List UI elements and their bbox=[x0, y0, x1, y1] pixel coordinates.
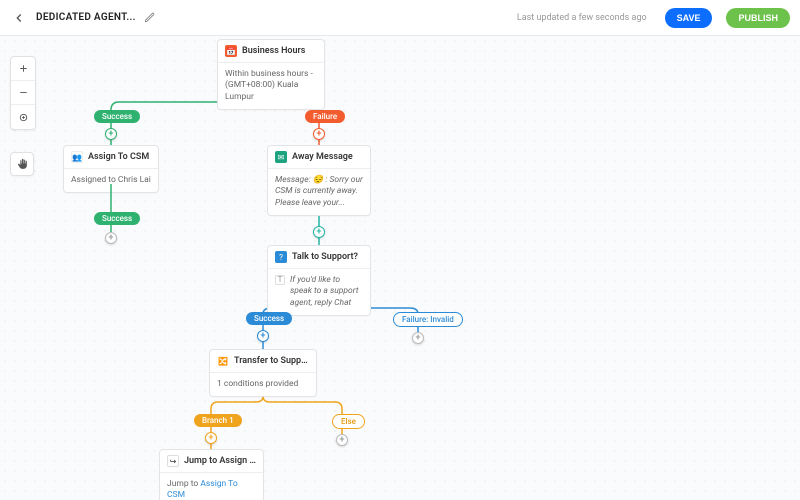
node-transfer-branch[interactable]: 🔀 Transfer to Support Bra... 1 condition… bbox=[210, 350, 316, 396]
pan-tool-button[interactable] bbox=[10, 152, 34, 176]
node-title: Business Hours bbox=[242, 46, 305, 56]
node-body: Message: 😔 : Sorry our CSM is currently … bbox=[268, 169, 370, 215]
jump-icon: ↪ bbox=[167, 455, 179, 467]
node-body: T If you'd like to speak to a support ag… bbox=[268, 269, 370, 315]
branch-label-else[interactable]: Else bbox=[332, 414, 365, 429]
node-title: Transfer to Support Bra... bbox=[234, 356, 309, 366]
node-business-hours[interactable]: 📅 Business Hours Within business hours -… bbox=[218, 40, 324, 109]
add-step-button[interactable]: + bbox=[257, 330, 269, 342]
branch-label-success[interactable]: Success bbox=[94, 110, 140, 123]
node-body: Jump to Assign To CSM bbox=[160, 473, 263, 500]
node-assign-csm[interactable]: 👥 Assign To CSM Assigned to Chris Lai bbox=[64, 146, 158, 192]
add-step-button[interactable]: + bbox=[105, 128, 117, 140]
save-button[interactable]: SAVE bbox=[665, 8, 713, 28]
branch-icon: 🔀 bbox=[217, 355, 229, 367]
text-icon: T bbox=[275, 275, 285, 285]
edit-title-icon[interactable] bbox=[144, 11, 158, 25]
last-updated-text: Last updated a few seconds ago bbox=[517, 13, 647, 23]
zoom-in-button[interactable] bbox=[11, 57, 35, 81]
node-body: Within business hours - (GMT+08:00) Kual… bbox=[218, 63, 324, 109]
node-jump-to[interactable]: ↪ Jump to Assign to CRM Jump to Assign T… bbox=[160, 450, 263, 500]
message-icon: ✉ bbox=[275, 151, 287, 163]
node-away-message[interactable]: ✉ Away Message Message: 😔 : Sorry our CS… bbox=[268, 146, 370, 215]
back-arrow-icon[interactable] bbox=[10, 9, 28, 27]
connectors-layer bbox=[0, 36, 800, 500]
zoom-toolbar bbox=[10, 56, 36, 130]
node-title: Away Message bbox=[292, 152, 353, 162]
branch-label-success[interactable]: Success bbox=[246, 312, 292, 325]
calendar-icon: 📅 bbox=[225, 45, 237, 57]
add-step-button[interactable]: + bbox=[205, 432, 217, 444]
user-assign-icon: 👥 bbox=[71, 151, 83, 163]
node-body: 1 conditions provided bbox=[210, 373, 316, 396]
branch-label-failure-invalid[interactable]: Failure: Invalid bbox=[393, 312, 463, 327]
branch-label-branch1[interactable]: Branch 1 bbox=[194, 414, 242, 427]
branch-label-success[interactable]: Success bbox=[94, 212, 140, 225]
workflow-canvas[interactable]: 📅 Business Hours Within business hours -… bbox=[0, 36, 800, 500]
top-header: DEDICATED AGENT... Last updated a few se… bbox=[0, 0, 800, 36]
add-step-button[interactable]: + bbox=[105, 232, 117, 244]
add-step-button[interactable]: + bbox=[336, 434, 348, 446]
zoom-out-button[interactable] bbox=[11, 81, 35, 105]
publish-button[interactable]: PUBLISH bbox=[726, 8, 790, 28]
branch-label-failure[interactable]: Failure bbox=[305, 110, 345, 123]
zoom-fit-button[interactable] bbox=[11, 105, 35, 129]
node-title: Talk to Support? bbox=[292, 252, 358, 262]
workflow-title: DEDICATED AGENT... bbox=[36, 12, 136, 23]
node-body: Assigned to Chris Lai bbox=[64, 169, 158, 192]
add-step-button[interactable]: + bbox=[412, 332, 424, 344]
node-talk-support[interactable]: ? Talk to Support? T If you'd like to sp… bbox=[268, 246, 370, 315]
add-step-button[interactable]: + bbox=[313, 128, 325, 140]
question-icon: ? bbox=[275, 251, 287, 263]
node-title: Jump to Assign to CRM bbox=[184, 456, 256, 466]
add-step-button[interactable]: + bbox=[313, 226, 325, 238]
node-title: Assign To CSM bbox=[88, 152, 149, 162]
